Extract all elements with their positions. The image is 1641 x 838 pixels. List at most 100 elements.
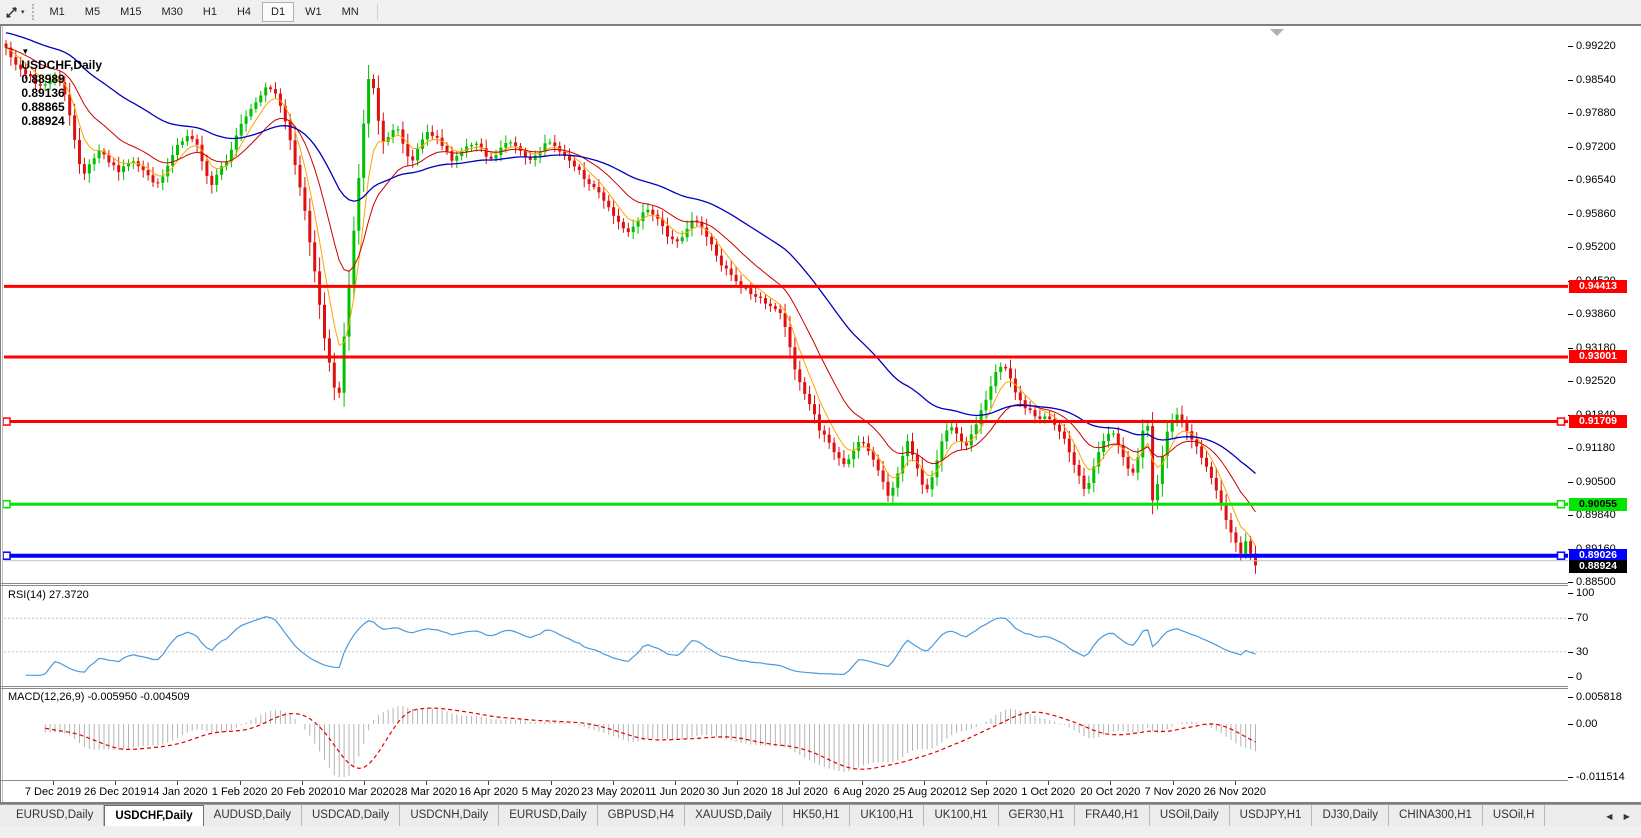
- timeframe-button-h4[interactable]: H4: [228, 2, 260, 22]
- line-handle[interactable]: [1558, 552, 1565, 559]
- candle-bear: [730, 269, 733, 275]
- trading-terminal: ▾ M1M5M15M30H1H4D1W1MN ▼ USDCHF,Daily 0.…: [0, 0, 1641, 838]
- current-price-badge: 0.88924: [1569, 560, 1627, 573]
- timeframe-button-w1[interactable]: W1: [296, 2, 331, 22]
- candle-bear: [1063, 432, 1066, 439]
- chart-tab-eurusd-daily[interactable]: EURUSD,Daily: [6, 805, 104, 827]
- candle-bear: [715, 244, 718, 255]
- candle-bear: [117, 165, 120, 172]
- chart-tab-usdjpy-h1[interactable]: USDJPY,H1: [1230, 805, 1313, 827]
- price-level-badge: 0.90055: [1569, 498, 1627, 511]
- chart-shift-marker-icon[interactable]: [1270, 29, 1284, 36]
- tab-scroll-right-icon[interactable]: ▶: [1624, 812, 1630, 821]
- candle-bear: [196, 139, 199, 145]
- date-tick-label: 25 Aug 2020: [893, 786, 955, 798]
- line-handle[interactable]: [3, 418, 10, 425]
- ohlc-low: 0.88865: [21, 100, 64, 114]
- date-tick-label: 30 Jun 2020: [707, 786, 768, 798]
- candle-bear: [671, 237, 674, 240]
- candle-bear: [313, 242, 316, 271]
- rsi-chart-canvas[interactable]: [3, 587, 1568, 685]
- candle-bull: [465, 146, 468, 151]
- price-tick-mark: [1568, 147, 1573, 148]
- date-axis[interactable]: 7 Dec 201926 Dec 201914 Jan 20201 Feb 20…: [3, 781, 1568, 802]
- candle-bear: [152, 175, 155, 182]
- chart-menu-icon[interactable]: ▼: [21, 47, 29, 56]
- line-handle[interactable]: [1558, 418, 1565, 425]
- candle-bear: [583, 170, 586, 179]
- chart-title: ▼ USDCHF,Daily 0.88989 0.89136 0.88865 0…: [8, 30, 106, 142]
- candle-bull: [416, 149, 419, 161]
- cursor-tool-icon[interactable]: [4, 4, 20, 20]
- chart-tab-usdcad-daily[interactable]: USDCAD,Daily: [302, 805, 400, 827]
- candle-bear: [411, 156, 414, 160]
- chart-tab-audusd-daily[interactable]: AUDUSD,Daily: [204, 805, 302, 827]
- timeframe-button-mn[interactable]: MN: [333, 2, 368, 22]
- candle-bull: [681, 237, 684, 241]
- macd-chart-canvas[interactable]: [3, 689, 1568, 779]
- price-axis[interactable]: 0.992200.985400.978800.972000.965400.958…: [1568, 26, 1641, 802]
- timeframe-button-h1[interactable]: H1: [194, 2, 226, 22]
- chart-tab-uk100-h1[interactable]: UK100,H1: [850, 805, 924, 827]
- candle-bear: [823, 431, 826, 435]
- tab-scroll-left-icon[interactable]: ◀: [1606, 812, 1612, 821]
- chart-tab-dj30-daily[interactable]: DJ30,Daily: [1312, 805, 1389, 827]
- candle-bear: [318, 271, 321, 304]
- candle-bear: [328, 338, 331, 362]
- timeframe-button-m30[interactable]: M30: [152, 2, 191, 22]
- candle-bear: [1230, 520, 1233, 532]
- candle-bear: [1215, 478, 1218, 491]
- panel-divider[interactable]: [0, 583, 1568, 584]
- price-chart-canvas[interactable]: [3, 26, 1568, 584]
- chart-tab-xauusd-daily[interactable]: XAUUSD,Daily: [685, 805, 783, 827]
- timeframe-button-m5[interactable]: M5: [76, 2, 109, 22]
- candle-bull: [1112, 434, 1115, 435]
- timeframe-button-m1[interactable]: M1: [41, 2, 74, 22]
- price-tick-mark: [1568, 80, 1573, 81]
- chart-tab-gbpusd-h4[interactable]: GBPUSD,H4: [598, 805, 685, 827]
- chevron-down-icon[interactable]: ▾: [21, 8, 25, 16]
- chart-tab-hk50-h1[interactable]: HK50,H1: [783, 805, 851, 827]
- chart-tab-fra40-h1[interactable]: FRA40,H1: [1075, 805, 1150, 827]
- candle-bull: [504, 143, 507, 148]
- chart-tab-usoil-h[interactable]: USOil,H: [1483, 805, 1546, 827]
- candle-bull: [985, 400, 988, 410]
- line-handle[interactable]: [3, 501, 10, 508]
- chart-tab-usdchf-daily[interactable]: USDCHF,Daily: [104, 805, 203, 827]
- candle-bull: [215, 175, 218, 185]
- line-handle[interactable]: [1558, 501, 1565, 508]
- chart-tab-usoil-daily[interactable]: USOil,Daily: [1150, 805, 1230, 827]
- candle-bear: [1127, 457, 1130, 468]
- candle-bear: [1083, 476, 1086, 489]
- panel-divider[interactable]: [0, 585, 1568, 586]
- candle-bear: [382, 121, 385, 142]
- date-tick-label: 18 Jul 2020: [771, 786, 828, 798]
- timeframe-button-m15[interactable]: M15: [111, 2, 150, 22]
- candle-bear: [333, 363, 336, 388]
- candle-bear: [955, 427, 958, 433]
- chart-tab-usdcnh-daily[interactable]: USDCNH,Daily: [400, 805, 499, 827]
- candle-bear: [299, 165, 302, 187]
- candle-bear: [573, 161, 576, 167]
- chart-tab-china300-h1[interactable]: CHINA300,H1: [1389, 805, 1483, 827]
- date-tick-label: 20 Oct 2020: [1080, 786, 1140, 798]
- chart-tab-ger30-h1[interactable]: GER30,H1: [999, 805, 1076, 827]
- candle-bull: [931, 477, 934, 489]
- chart-tab-uk100-h1[interactable]: UK100,H1: [924, 805, 998, 827]
- timeframe-button-d1[interactable]: D1: [262, 2, 294, 22]
- date-tick-mark: [115, 781, 116, 785]
- chart-tab-eurusd-daily[interactable]: EURUSD,Daily: [499, 805, 597, 827]
- candle-bear: [808, 394, 811, 404]
- candle-bear: [436, 136, 439, 138]
- candle-bull: [98, 151, 101, 158]
- line-handle[interactable]: [3, 552, 10, 559]
- candle-bear: [744, 288, 747, 289]
- candle-bull: [397, 129, 400, 130]
- candle-bull: [475, 144, 478, 145]
- ohlc-open: 0.88989: [21, 72, 64, 86]
- timeframe-toolbar: ▾ M1M5M15M30H1H4D1W1MN: [0, 0, 1641, 25]
- candle-bull: [161, 176, 164, 182]
- toolbar-grip[interactable]: [32, 4, 34, 20]
- panel-divider[interactable]: [0, 686, 1568, 687]
- price-level-badge: 0.94413: [1569, 280, 1627, 293]
